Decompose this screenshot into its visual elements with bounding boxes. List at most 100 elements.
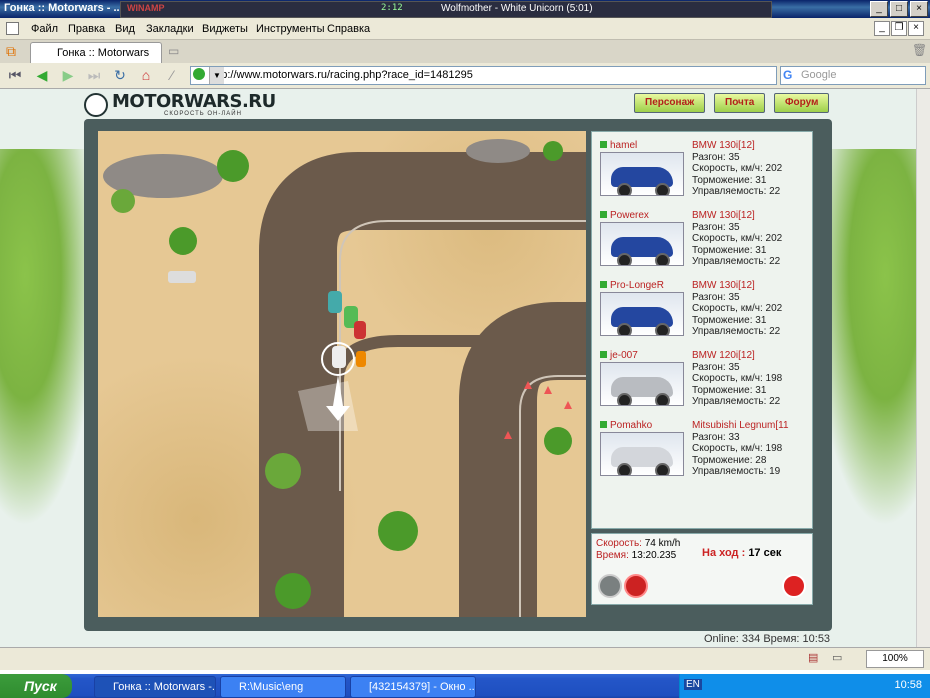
logo-text: MOTORWARS.RU [112,91,276,112]
restore-icon[interactable]: ❐ [891,21,907,36]
tab-motorwars[interactable]: Гонка :: Motorwars [30,42,162,63]
player-status-icon [600,351,607,358]
player-status-icon [600,141,607,148]
boost-icon[interactable] [598,574,622,598]
menu-file[interactable]: Файл [31,23,58,35]
maximize-button[interactable]: □ [890,1,908,17]
menu-edit[interactable]: Правка [68,23,105,35]
character-button[interactable]: Персонаж [634,93,706,113]
player-name-text: je-007 [610,350,638,361]
fast-forward-icon[interactable]: ⏭ [85,66,103,84]
reload-icon[interactable]: ↻ [111,66,129,84]
language-indicator[interactable]: EN [684,679,702,690]
car-speed: Скорость, км/ч: 198 [692,443,783,454]
winamp-time: 2:12 [381,3,403,13]
car-brake: Торможение: 31 [692,244,767,256]
turn-label: На ход : [702,547,746,559]
time-label: Время: [596,550,629,561]
car-brake: Торможение: 31 [692,314,767,326]
winamp-song: Wolfmother - White Unicorn (5:01) [441,3,593,14]
menu-widgets[interactable]: Виджеты [202,23,248,35]
feed-icon[interactable]: ▤ [808,651,818,664]
minimize-button[interactable]: _ [870,1,888,17]
car-handling: Управляемость: 22 [692,186,781,197]
player-name[interactable]: Pro-LongeR [600,280,664,291]
race-track[interactable] [98,131,586,617]
menu-bookmarks[interactable]: Закладки [146,23,194,35]
car-orange [356,351,366,367]
menu-help[interactable]: Справка [327,23,370,35]
spectator-car [168,271,196,283]
tab-label: Гонка :: Motorwars [57,47,150,59]
player-row[interactable]: Powerex BMW 130i[12] Разгон: 35 Скорость… [600,210,806,270]
car-wheel-front [617,183,632,195]
search-input[interactable]: G Google [780,66,926,85]
car-wheel-rear [655,183,670,195]
menu-tools[interactable]: Инструменты [256,23,325,35]
player-name[interactable]: je-007 [600,350,638,361]
address-bar[interactable]: http://www.motorwars.ru/racing.php?race_… [190,66,777,85]
car-wheel-rear [655,253,670,265]
player-status-icon [600,281,607,288]
close-button[interactable]: × [910,1,928,17]
tabs-icon[interactable]: ⧉ [6,43,16,60]
start-button[interactable]: Пуск [0,674,72,698]
stop-icon[interactable] [782,574,806,598]
car-handling: Управляемость: 22 [692,256,781,267]
window-title: Гонка :: Motorwars - ... [4,2,123,14]
chevron-down-icon[interactable]: ▼ [209,67,224,84]
winamp-bar[interactable]: WINAMP 2:12 Wolfmother - White Unicorn (… [120,1,772,18]
checkbox-icon[interactable] [6,22,19,35]
close-icon[interactable]: × [908,21,924,36]
menu-view[interactable]: Вид [115,23,135,35]
forward-icon[interactable]: ▶ [59,66,77,84]
panel-icon[interactable]: ▭ [832,651,842,664]
race-status-panel: Скорость: 74 km/h Время: 13:20.235 На хо… [591,533,813,605]
game-frame: hamel BMW 130i[12] Разгон: 35 Скорость, … [84,119,832,631]
forum-button[interactable]: Форум [774,93,830,113]
back-icon[interactable]: ◀ [33,66,51,84]
brake-icon[interactable] [624,574,648,598]
car-wheel-front [617,253,632,265]
zoom-control[interactable]: 100% [866,650,924,668]
player-name[interactable]: Powerex [600,210,649,221]
car-accel: Разгон: 35 [692,361,740,373]
car-image [600,432,684,476]
page-scrollbar[interactable] [916,89,930,647]
mail-button[interactable]: Почта [714,93,766,113]
player-row[interactable]: Pomahko Mitsubishi Legnum[11 Разгон: 33 … [600,420,806,480]
rewind-icon[interactable]: ⏮ [6,66,24,84]
rock-topright [466,139,530,163]
car-accel: Разгон: 33 [692,431,740,443]
player-name[interactable]: hamel [600,140,637,151]
car-model: BMW 130i[12] [692,140,755,151]
min-icon[interactable]: _ [874,21,890,36]
search-placeholder: Google [801,69,837,81]
car-model: Mitsubishi Legnum[11 [692,420,789,431]
trash-icon[interactable]: 🗑 [912,43,927,57]
wand-icon[interactable]: ⁄ [163,66,181,84]
task-chat[interactable]: [432154379] - Окно ... [350,676,476,698]
car-brake: Торможение: 28 [692,454,767,466]
turn-timer: На ход : 17 сек [702,547,781,559]
status-bar: ▤ ▭ 100% [0,647,930,670]
player-name[interactable]: Pomahko [600,420,652,431]
player-status-icon [600,211,607,218]
car-handling: Управляемость: 22 [692,326,781,337]
car-model: BMW 130i[12] [692,210,755,221]
player-row[interactable]: Pro-LongeR BMW 130i[12] Разгон: 35 Скоро… [600,280,806,340]
player-name-text: hamel [610,140,638,151]
task-music[interactable]: R:\Music\eng [220,676,346,698]
car-accel: Разгон: 35 [692,291,740,303]
player-row[interactable]: je-007 BMW 120i[12] Разгон: 35 Скорость,… [600,350,806,410]
speed-value: 74 km/h [644,538,681,549]
home-icon[interactable]: ⌂ [137,66,155,84]
task-motorwars[interactable]: Гонка :: Motorwars -... [94,676,216,698]
car-speed: Скорость, км/ч: 202 [692,163,783,174]
logo-mark-icon [84,93,108,117]
car-stats: Mitsubishi Legnum[11 Разгон: 33 Скорость… [692,420,789,478]
car-model: BMW 120i[12] [692,350,755,361]
online-status: Online: 334 Время: 10:53 [704,633,831,645]
new-tab-icon[interactable]: ▭ [168,44,179,58]
player-row[interactable]: hamel BMW 130i[12] Разгон: 35 Скорость, … [600,140,806,200]
